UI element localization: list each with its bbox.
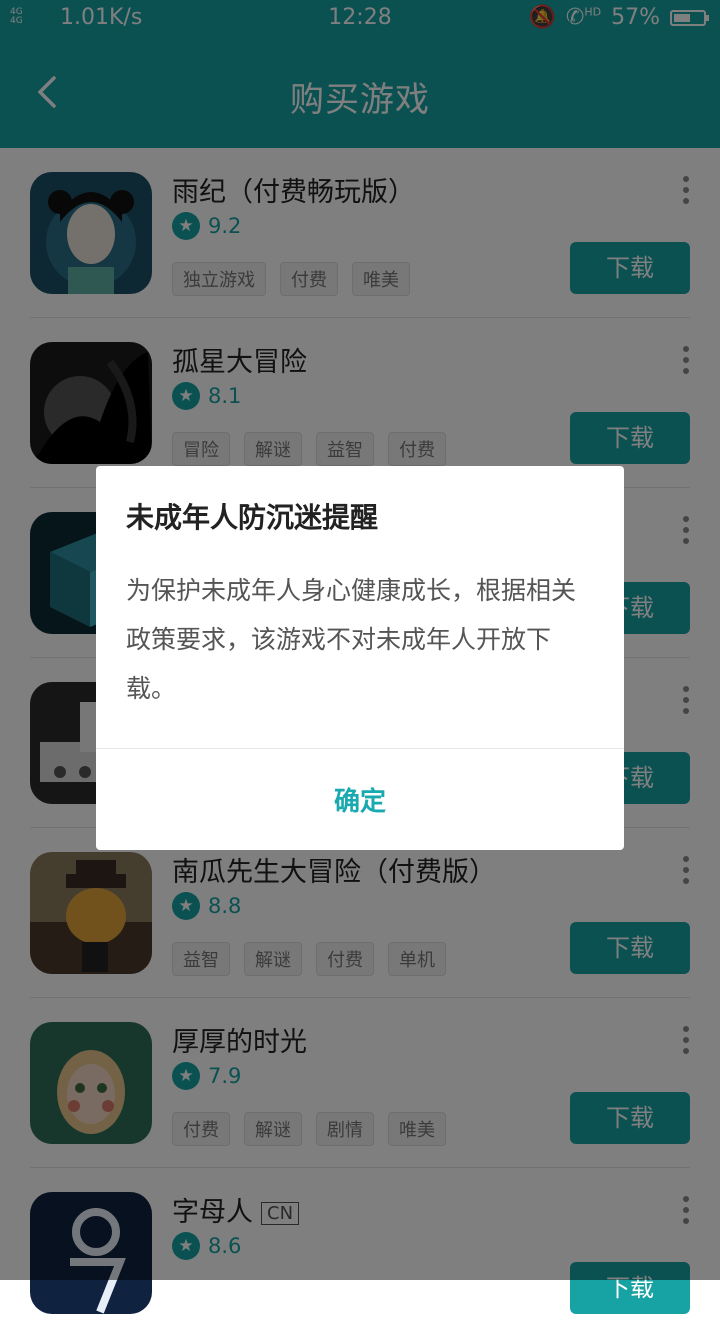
dialog-message: 为保护未成年人身心健康成长，根据相关政策要求，该游戏不对未成年人开放下载。 — [126, 576, 577, 703]
dialog-title: 未成年人防沉迷提醒 — [126, 501, 379, 534]
anti-addiction-dialog: 未成年人防沉迷提醒 为保护未成年人身心健康成长，根据相关政策要求，该游戏不对未成… — [96, 466, 624, 850]
confirm-button[interactable]: 确定 — [96, 749, 624, 850]
